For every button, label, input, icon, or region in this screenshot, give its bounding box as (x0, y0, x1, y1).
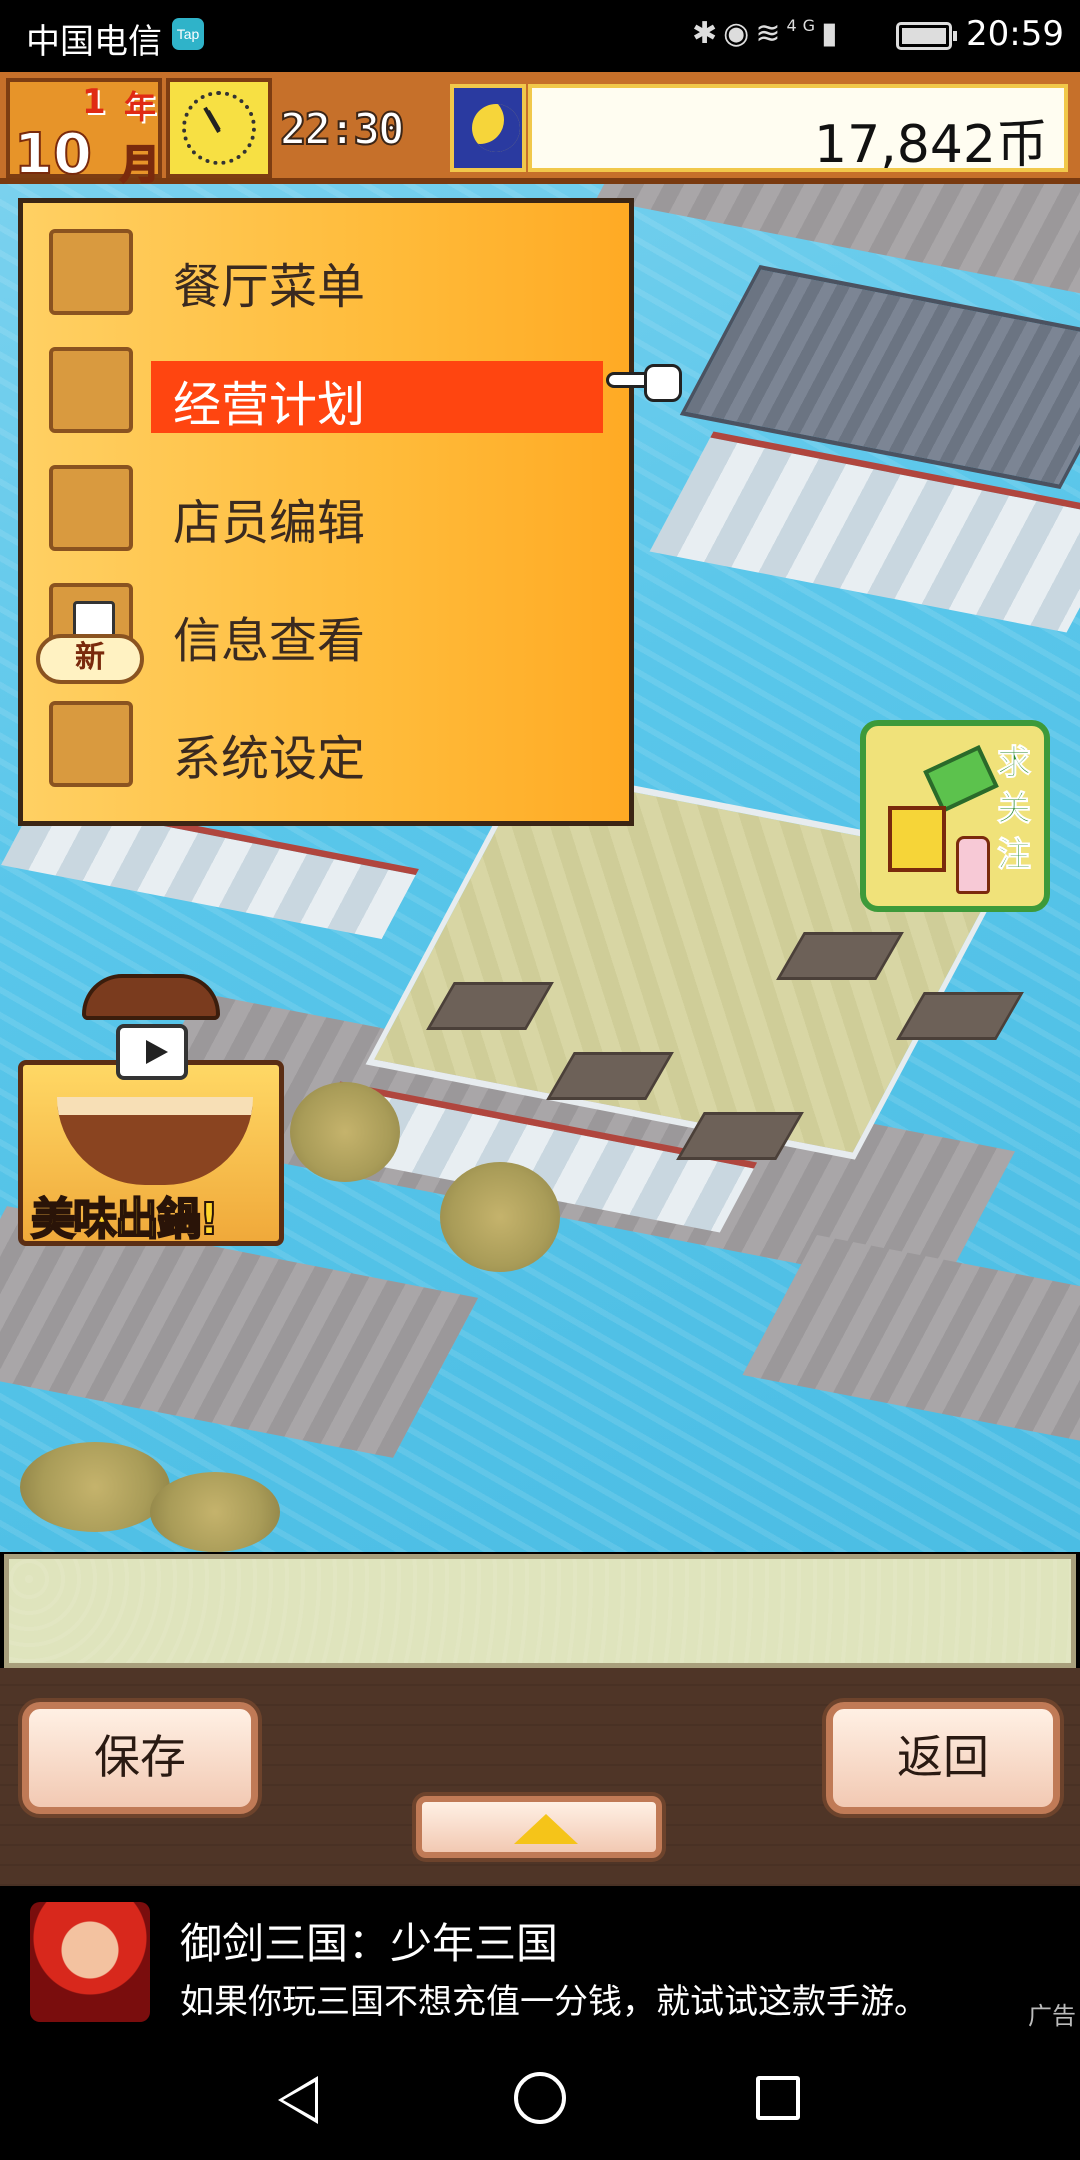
hotpot-ad-label: 美味出鍋! (30, 1193, 220, 1246)
tree (150, 1472, 280, 1552)
bottle-icon (956, 836, 990, 894)
arrow-up-icon (514, 1814, 578, 1844)
tree (20, 1442, 170, 1532)
follow-badge-text: 求关注 (997, 743, 1032, 876)
date-display: 1 年 10 月 (6, 78, 162, 189)
menu-item-business-plan[interactable]: 经营计划 (23, 325, 629, 443)
menu-item-label: 系统设定 (173, 731, 366, 787)
save-button[interactable]: 保存 (22, 1702, 258, 1814)
bluetooth-icon: ✱ (692, 16, 724, 51)
hotpot-video-ad[interactable]: 美味出鍋! (18, 1060, 284, 1246)
game-time: 22:30 (276, 92, 446, 162)
follow-badge-button[interactable]: 求关注 (860, 720, 1050, 912)
network-label: 4G (786, 16, 822, 35)
battery-icon (896, 22, 957, 50)
money-display: 17,842币 (528, 84, 1068, 175)
month-label: 月 (119, 141, 161, 189)
status-clock: 20:59 (966, 14, 1064, 54)
new-badge: 新 (36, 634, 144, 684)
tap-app-icon: Tap (172, 18, 204, 50)
year-label: 年 (124, 88, 157, 126)
expand-button[interactable] (416, 1796, 662, 1858)
month-number: 10 (13, 121, 93, 188)
tree (290, 1082, 400, 1182)
device-icon (49, 701, 133, 787)
menu-item-label: 店员编辑 (173, 495, 366, 551)
shop-icon (49, 347, 133, 433)
eye-icon: ◉ (723, 16, 756, 51)
tree (440, 1162, 560, 1272)
ad-thumbnail[interactable] (30, 1902, 150, 2022)
mascot-icon (888, 806, 946, 872)
clock-icon (166, 78, 272, 178)
play-icon[interactable] (116, 1024, 188, 1080)
main-menu: 餐厅菜单 经营计划 店员编辑 信息查看 系统设定 (18, 198, 634, 826)
recent-apps-icon[interactable] (756, 2076, 800, 2120)
back-button[interactable]: 返回 (826, 1702, 1060, 1814)
home-nav-icon[interactable] (514, 2072, 566, 2124)
message-panel (4, 1554, 1076, 1668)
system-icons: ✱◉≋4G▮ (692, 16, 844, 51)
ad-title[interactable]: 御剑三国：少年三国 (180, 1910, 558, 1971)
top-hud: 1 年 10 月 22:30 17,842币 (0, 72, 1080, 189)
dish-icon (49, 229, 133, 315)
menu-item-label: 信息查看 (173, 613, 366, 669)
menu-item-system-settings[interactable]: 系统设定 (23, 679, 629, 797)
pot-lid-icon (82, 974, 220, 1020)
signal-icon: ▮ (821, 16, 844, 51)
back-nav-icon[interactable] (278, 2076, 318, 2124)
money-amount: 17,842币 (814, 115, 1048, 175)
wifi-icon: ≋ (755, 16, 787, 51)
hotpot-bowl-icon (57, 1097, 253, 1185)
game-time-text: 22:30 (279, 103, 405, 156)
menu-item-label: 经营计划 (173, 377, 366, 433)
navigation-bar (0, 2038, 1080, 2160)
status-bar: 中国电信 Tap ✱◉≋4G▮ 20:59 (0, 0, 1080, 72)
pointing-hand-icon (606, 358, 686, 408)
carrier-name: 中国电信 (26, 22, 162, 62)
ad-banner[interactable]: 御剑三国：少年三国 如果你玩三国不想充值一分钱，就试试这款手游。 广告 (0, 1886, 1080, 2038)
moon-icon (450, 84, 526, 172)
ad-tag: 广告 (1028, 2002, 1076, 2030)
menu-item-label: 餐厅菜单 (173, 259, 366, 315)
menu-item-staff-edit[interactable]: 店员编辑 (23, 443, 629, 561)
menu-item-restaurant-menu[interactable]: 餐厅菜单 (23, 207, 629, 325)
ad-description[interactable]: 如果你玩三国不想充值一分钱，就试试这款手游。 (180, 1974, 928, 2023)
chef-icon (49, 465, 133, 551)
leaf-icon (923, 745, 999, 813)
year-number: 1 (82, 82, 106, 122)
bottom-control-bar: 保存 返回 (0, 1668, 1080, 1886)
